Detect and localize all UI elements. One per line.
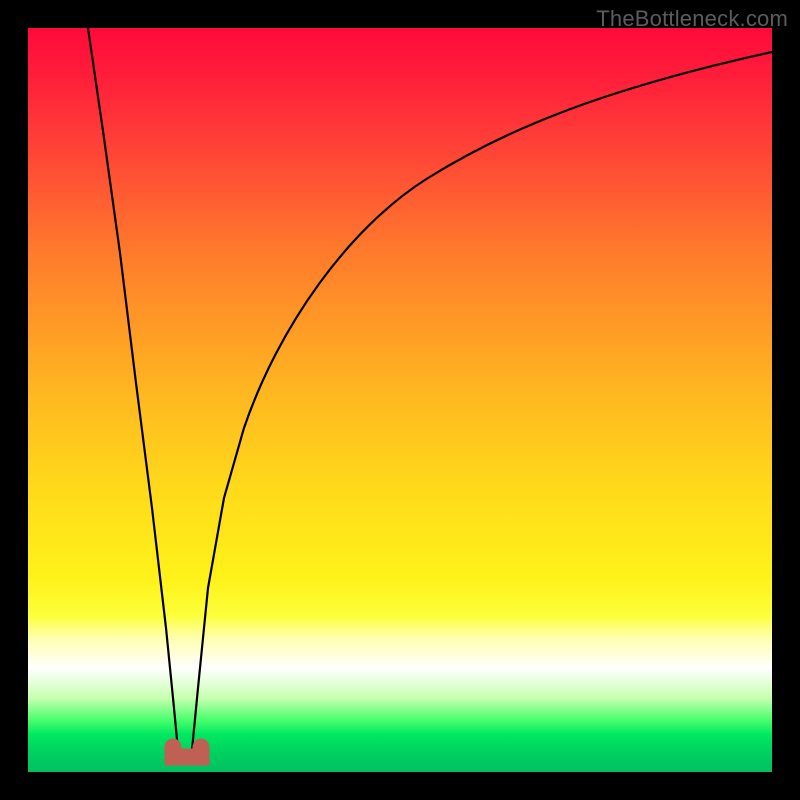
chart-area: [28, 28, 772, 772]
curve-left-branch: [88, 28, 178, 750]
curve-right-branch: [192, 52, 772, 750]
vertex-bracket: [164, 738, 210, 766]
bottleneck-curve: [28, 28, 772, 772]
bracket-shape: [173, 747, 201, 757]
